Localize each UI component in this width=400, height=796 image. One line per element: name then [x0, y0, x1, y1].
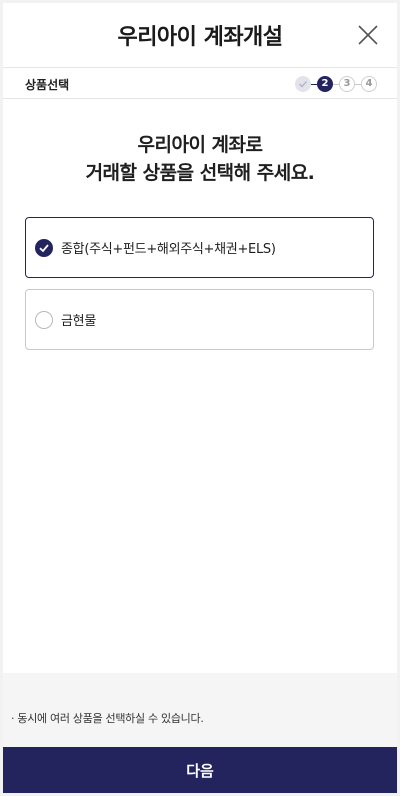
radio-unchecked-icon: [35, 310, 53, 329]
option-comprehensive[interactable]: 종합(주식+펀드+해외주식+채권+ELS): [25, 217, 374, 278]
page-title: 우리아이 계좌개설: [117, 25, 283, 50]
notice-text: · 동시에 여러 상품을 선택하실 수 있습니다.: [11, 712, 204, 725]
header: 우리아이 계좌개설: [3, 3, 397, 67]
step-1-done: [295, 76, 311, 92]
step-label: 상품선택: [25, 78, 70, 92]
check-icon: [298, 80, 308, 88]
headline: 우리아이 계좌로 거래할 상품을 선택해 주세요.: [3, 131, 397, 187]
close-icon[interactable]: [357, 24, 379, 46]
option-gold[interactable]: 금현물: [25, 289, 374, 350]
option-label: 종합(주식+펀드+해외주식+채권+ELS): [61, 242, 276, 257]
step-2-active: 2: [317, 76, 333, 92]
radio-checked-icon: [35, 238, 53, 257]
step-3: 3: [339, 76, 355, 92]
app-frame: 우리아이 계좌개설 상품선택 2 3 4 우리아이 계좌로 거래할 상품을 선택…: [3, 3, 397, 793]
headline-line-2: 거래할 상품을 선택해 주세요.: [85, 162, 315, 184]
step-4: 4: [361, 76, 377, 92]
notice-area: · 동시에 여러 상품을 선택하실 수 있습니다.: [3, 673, 397, 747]
option-label: 금현물: [61, 314, 96, 329]
step-indicator: 2 3 4: [295, 75, 377, 93]
check-icon: [39, 243, 49, 252]
step-bar: 상품선택 2 3 4: [3, 67, 397, 99]
next-button[interactable]: 다음: [3, 747, 397, 793]
headline-line-1: 우리아이 계좌로: [137, 134, 263, 156]
